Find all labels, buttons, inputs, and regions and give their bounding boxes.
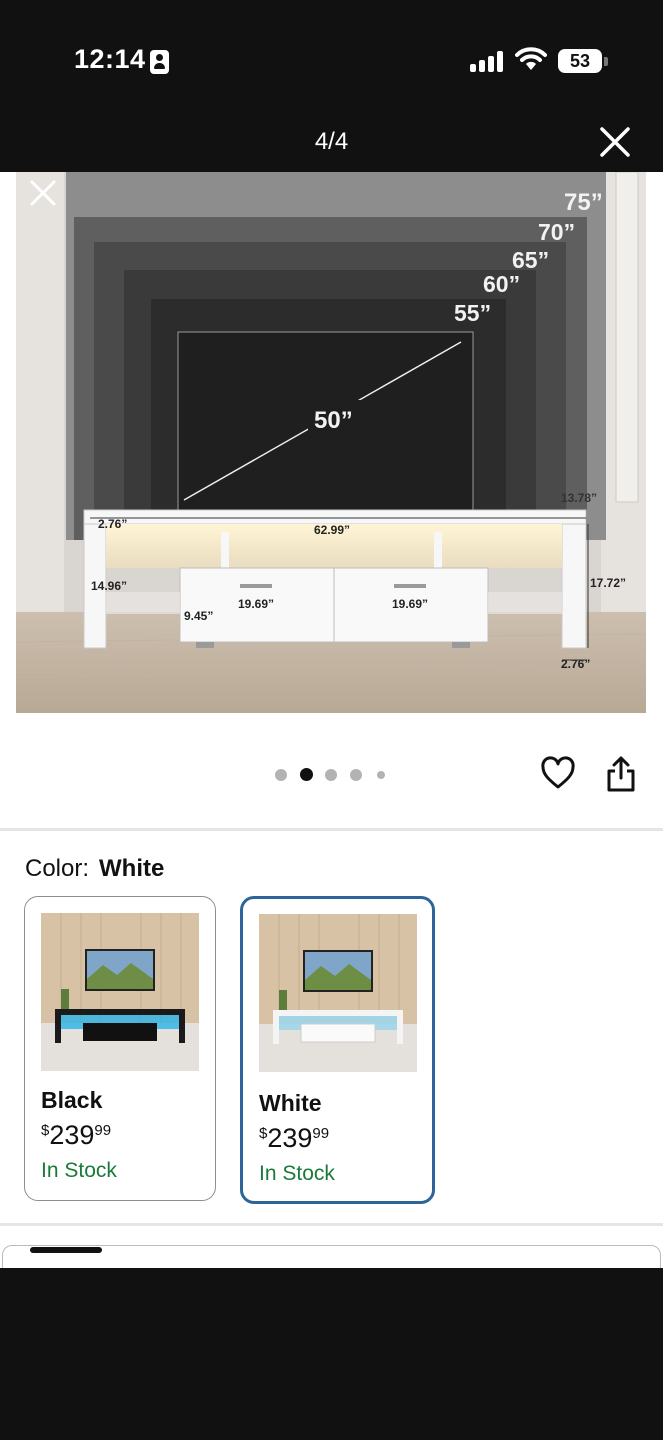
- pager-dot[interactable]: [350, 769, 362, 781]
- pager-dot[interactable]: [275, 769, 287, 781]
- product-image[interactable]: 75” 70” 65” 60” 55” 50” 2.76” 62.99” 13.…: [16, 172, 646, 713]
- price-whole: 239: [267, 1123, 313, 1153]
- image-counter: 4/4: [314, 128, 349, 155]
- next-section-tab-indicator: [30, 1247, 102, 1253]
- section-divider: [0, 828, 663, 831]
- size-label-50: 50”: [314, 407, 353, 434]
- status-time: 12:14: [74, 44, 146, 74]
- price-currency: $: [41, 1122, 50, 1139]
- dim-leg-width: 2.76”: [561, 657, 590, 671]
- size-label-70: 70”: [538, 219, 575, 245]
- size-label-60: 60”: [483, 271, 520, 297]
- dim-drawer-height: 9.45”: [184, 609, 213, 623]
- price-fraction: 99: [312, 1125, 330, 1142]
- pager-dot[interactable]: [377, 771, 385, 779]
- section-divider: [0, 1223, 663, 1226]
- color-selector-label: Color: White: [25, 855, 164, 883]
- pager-dot-active[interactable]: [300, 768, 313, 781]
- dim-width: 62.99”: [314, 523, 350, 537]
- dim-height-right: 17.72”: [590, 576, 626, 590]
- dim-depth: 13.78”: [561, 491, 597, 505]
- option-name: Black: [41, 1087, 103, 1113]
- battery-tip: [604, 57, 608, 66]
- color-option-white[interactable]: White $23999 In Stock: [240, 896, 435, 1204]
- dim-drawer-left: 19.69”: [238, 597, 274, 611]
- battery-icon: 53: [558, 49, 602, 73]
- product-thumbnail-black: [41, 913, 199, 1071]
- option-price: $23999: [41, 1120, 111, 1151]
- status-bar: 12:14 53: [0, 0, 663, 120]
- color-label: Color:: [25, 855, 90, 882]
- id-card-icon: [150, 50, 169, 74]
- price-whole: 239: [49, 1120, 95, 1150]
- color-selected-value: White: [99, 855, 165, 882]
- wifi-icon: [515, 47, 547, 70]
- size-label-65: 65”: [512, 247, 549, 273]
- dim-drawer-right: 19.69”: [392, 597, 428, 611]
- option-name: White: [259, 1090, 322, 1116]
- share-icon[interactable]: [605, 755, 637, 793]
- price-fraction: 99: [94, 1122, 112, 1139]
- bottom-overlay: [0, 1268, 663, 1440]
- heart-icon[interactable]: [540, 756, 576, 790]
- cellular-signal-icon: [470, 50, 506, 72]
- dim-height-left: 14.96”: [91, 579, 127, 593]
- dim-depth-top: 2.76”: [98, 517, 127, 531]
- price-currency: $: [259, 1125, 268, 1142]
- size-label-55: 55”: [454, 300, 491, 326]
- close-icon[interactable]: [598, 125, 632, 159]
- product-thumbnail-white: [259, 914, 417, 1072]
- option-stock-status: In Stock: [259, 1162, 335, 1185]
- size-label-75: 75”: [564, 189, 603, 216]
- pager-dot[interactable]: [325, 769, 337, 781]
- product-detail-panel: 75” 70” 65” 60” 55” 50” 2.76” 62.99” 13.…: [0, 172, 663, 1268]
- option-stock-status: In Stock: [41, 1159, 117, 1182]
- color-option-black[interactable]: Black $23999 In Stock: [24, 896, 216, 1201]
- option-price: $23999: [259, 1123, 329, 1154]
